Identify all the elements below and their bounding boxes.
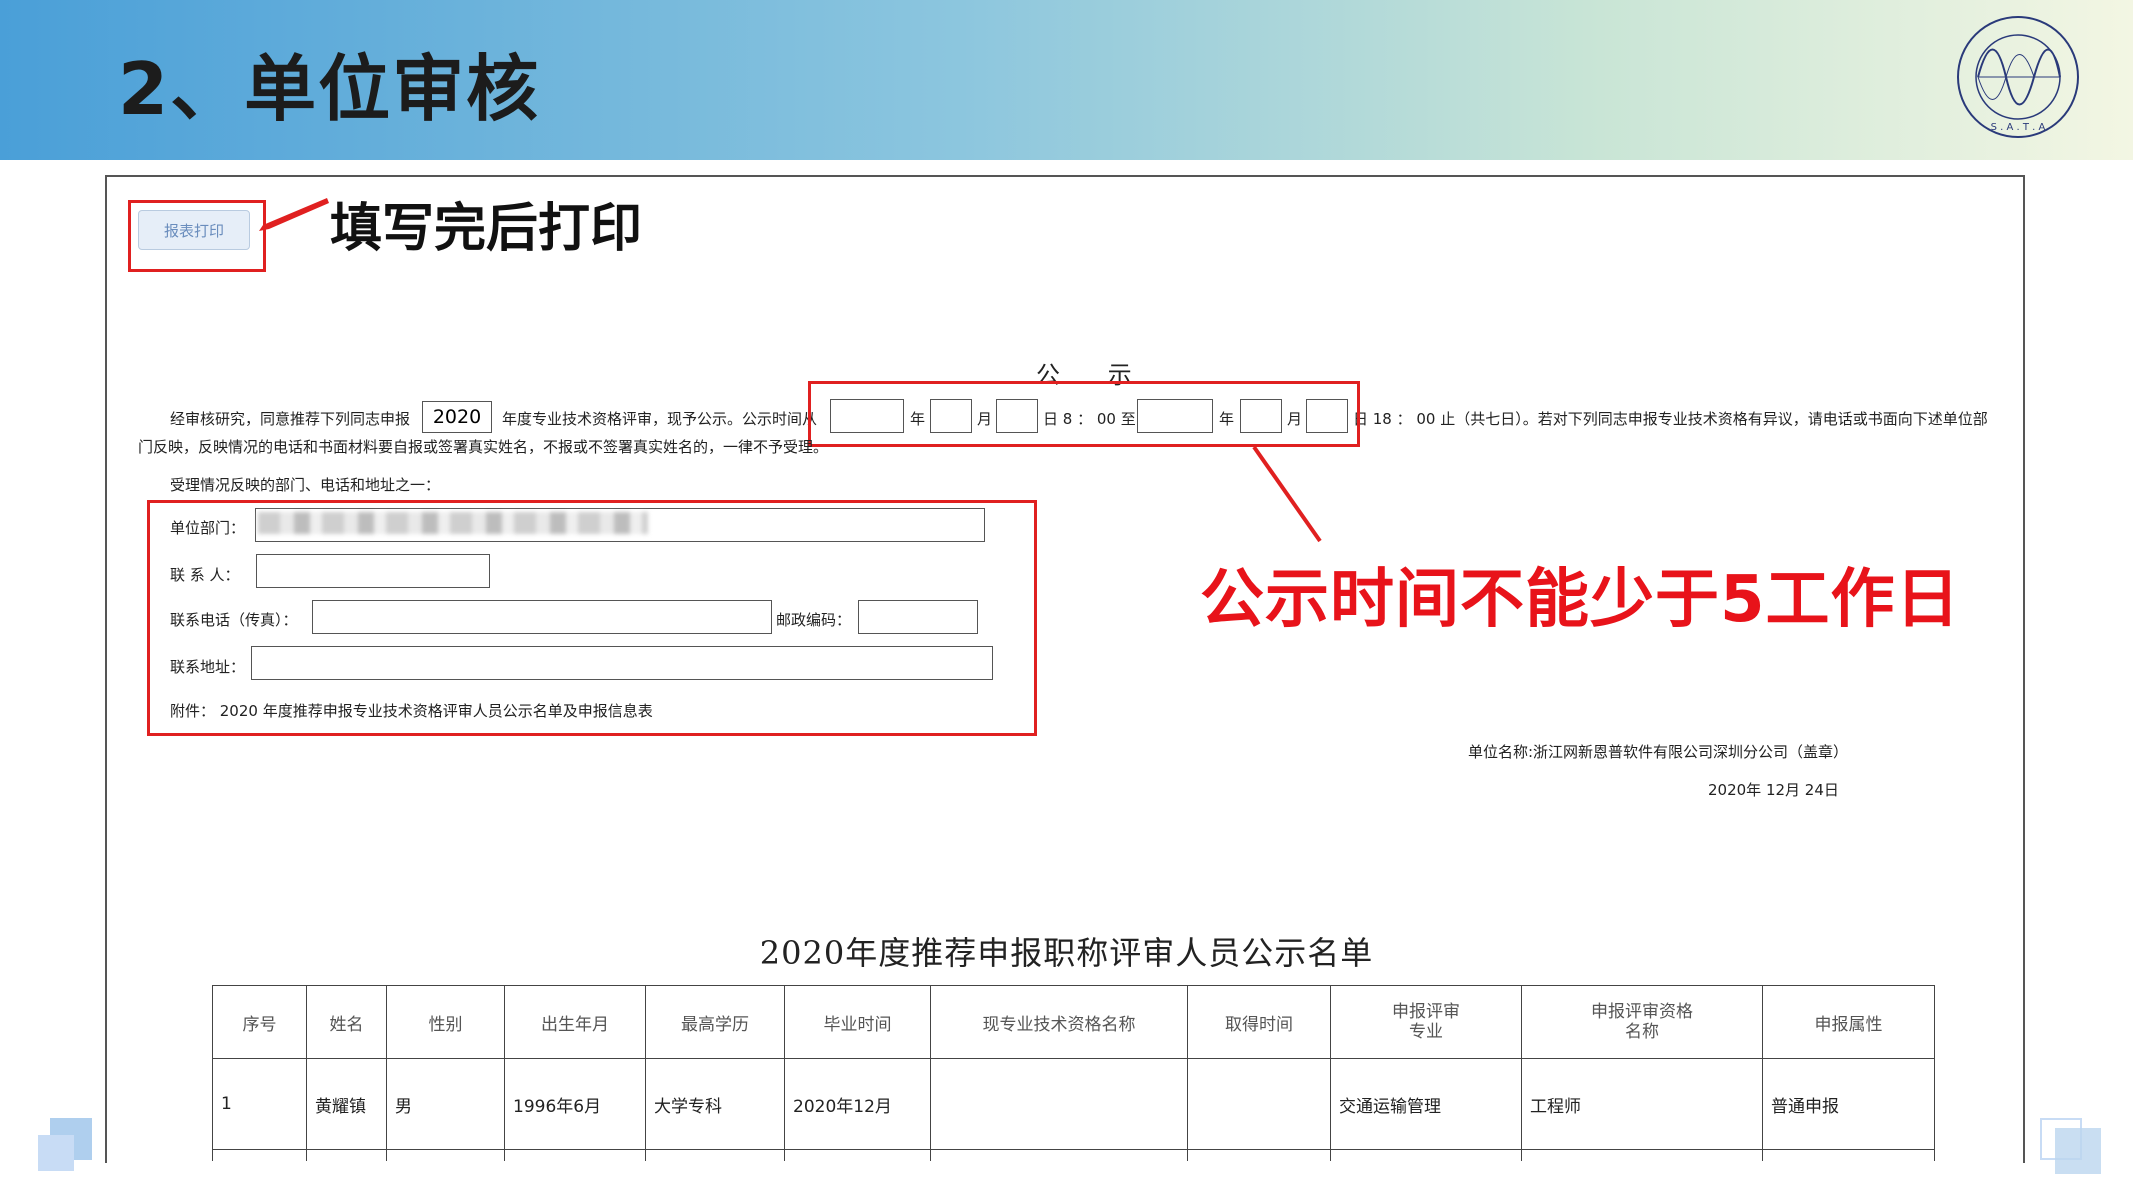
table-cell: 普通申报 [1762,1058,1935,1150]
zip-input[interactable] [858,600,978,634]
header-cell: 出生年月 [504,985,646,1059]
date-range-highlight-box [808,381,1360,447]
table-cell: 工程师 [1521,1058,1763,1150]
address-input[interactable] [251,646,993,680]
header-cell: 最高学历 [645,985,785,1059]
corner-decoration-left-inner [38,1135,74,1171]
dept-label: 单位部门： [170,519,246,537]
print-report-button[interactable]: 报表打印 [138,210,250,250]
phone-label: 联系电话（传真）： [170,611,298,629]
header-cell: 现专业技术资格名称 [930,985,1188,1059]
end-time-text: 日 18 ： 00 止（共七日）。若对下列同志申报专业技术资格有异议，请电话或书… [1353,410,1988,428]
dept-value-blurred [258,512,648,534]
table-title: 2020年度推荐申报职称评审人员公示名单 [759,934,1374,972]
frame-bottom-mask [107,1161,2023,1200]
association-logo: S . A . T . A [1957,16,2079,138]
arrow-icon [259,198,329,231]
header-cell: 序号 [212,985,307,1059]
header-cell: 申报评审 专业 [1330,985,1522,1059]
header-cell: 毕业时间 [784,985,931,1059]
table-cell: 2020年12月 [784,1058,931,1150]
table-row: 1 黄耀镇 男 1996年6月 大学专科 2020年12月 交通运输管理 工程师… [212,1058,1935,1150]
candidates-table: 序号 姓名 性别 出生年月 最高学历 毕业时间 现专业技术资格名称 取得时间 申… [212,985,1935,1165]
svg-text:S . A . T . A: S . A . T . A [1991,122,2046,133]
table-cell: 大学专科 [645,1058,785,1150]
table-cell: 交通运输管理 [1330,1058,1522,1150]
corner-decoration-right-inner [2055,1128,2101,1174]
signature-date: 2020年 12月 24日 [1708,781,1839,799]
table-cell: 黄耀镇 [306,1058,387,1150]
table-cell [1187,1058,1331,1150]
notice-year-input[interactable]: 2020 [422,401,492,433]
annotation-fill-then-print: 填写完后打印 [330,199,643,259]
header-cell: 申报属性 [1762,985,1935,1059]
address-label: 联系地址： [170,658,246,676]
notice-mid-text: 年度专业技术资格评审，现予公示。公示时间从 [502,410,818,428]
table-cell: 1 [212,1058,307,1150]
header-cell: 取得时间 [1187,985,1331,1059]
table-cell: 1996年6月 [504,1058,646,1150]
annotation-min-days: 公示时间不能少于5工作日 [1200,563,1961,637]
table-header-row: 序号 姓名 性别 出生年月 最高学历 毕业时间 现专业技术资格名称 取得时间 申… [212,985,1935,1059]
zip-label: 邮政编码： [776,611,852,629]
slide-title: 2、单位审核 [118,47,541,131]
notice-intro-text: 经审核研究，同意推荐下列同志申报 [170,410,411,428]
notice-line2: 门反映，反映情况的电话和书面材料要自报或签署真实姓名，不报或不签署真实姓名的，一… [138,438,829,456]
header-cell: 性别 [386,985,505,1059]
phone-input[interactable] [312,600,772,634]
contact-person-input[interactable] [256,554,490,588]
header-cell: 申报评审资格 名称 [1521,985,1763,1059]
signature-org: 单位名称:浙江网新恩普软件有限公司深圳分公司（盖章） [1468,743,1849,761]
table-cell [930,1058,1188,1150]
table-cell: 男 [386,1058,505,1150]
header-cell: 姓名 [306,985,387,1059]
notice-line3: 受理情况反映的部门、电话和地址之一： [170,476,441,494]
attachment-text: 附件： 2020 年度推荐申报专业技术资格评审人员公示名单及申报信息表 [170,702,653,720]
contact-person-label: 联 系 人： [170,566,240,584]
pointer-line [1252,445,1322,543]
